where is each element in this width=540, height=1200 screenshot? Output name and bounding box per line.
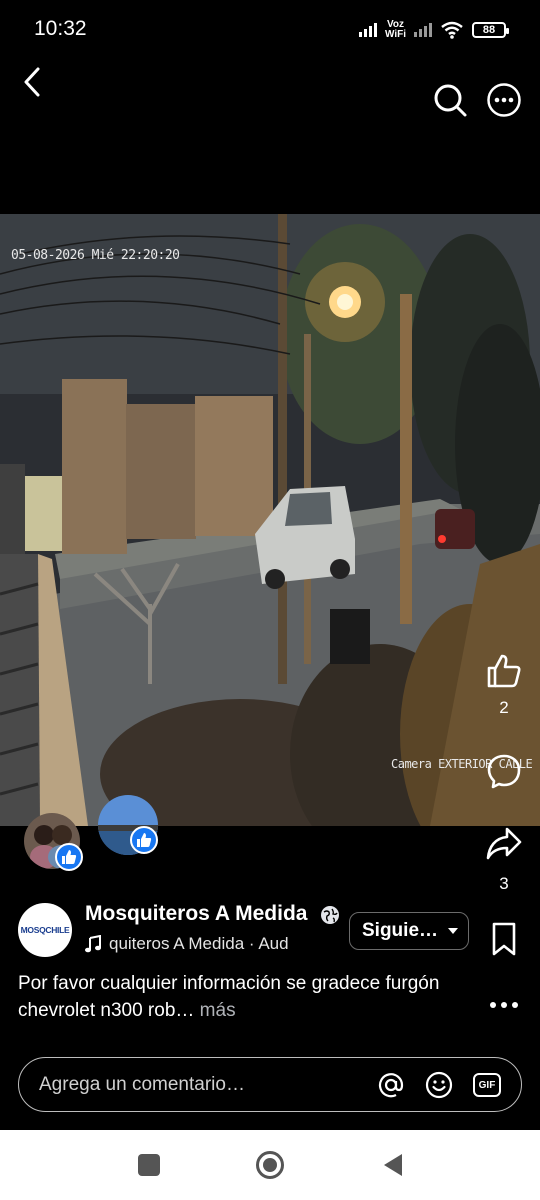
wifi-icon — [441, 21, 463, 39]
mention-button[interactable] — [376, 1070, 406, 1100]
like-reaction-badge — [55, 843, 83, 871]
author-name[interactable]: Mosquiteros A Medida — [85, 902, 307, 926]
cell-signal-2-icon — [414, 23, 432, 37]
system-nav-bar — [0, 1130, 540, 1200]
search-icon — [434, 84, 467, 117]
comment-bubble-icon — [487, 754, 521, 789]
like-button[interactable]: 2 — [482, 652, 526, 718]
back-button[interactable] — [12, 62, 52, 102]
recents-button[interactable] — [134, 1150, 164, 1180]
like-reaction-badge-2 — [130, 826, 158, 854]
gif-icon: GIF — [473, 1073, 501, 1097]
vowifi-bottom: WiFi — [384, 29, 406, 40]
video-frame — [0, 214, 540, 826]
audio-label: quiteros A Medida · Aud — [109, 934, 289, 953]
status-icons: Voz WiFi 88 — [358, 16, 509, 44]
battery-icon: 88 — [472, 22, 509, 38]
gif-label: GIF — [478, 1079, 496, 1091]
triangle-back-icon — [384, 1154, 402, 1176]
post-caption[interactable]: Por favor cualquier información se grade… — [18, 970, 468, 1024]
post-options-button[interactable] — [482, 995, 526, 1015]
bookmark-icon — [492, 922, 516, 956]
back-arrow-icon — [24, 67, 40, 97]
save-button[interactable] — [482, 920, 526, 958]
page-logo-text: MOSQCHILE — [20, 925, 70, 935]
page-avatar[interactable]: MOSQCHILE — [18, 903, 72, 957]
follow-label: Siguie… — [362, 920, 439, 941]
more-dots-icon — [490, 1002, 518, 1008]
back-nav-button[interactable] — [378, 1150, 408, 1180]
follow-button[interactable]: Siguie… — [349, 912, 469, 950]
home-button[interactable] — [255, 1150, 285, 1180]
home-circle-icon — [256, 1151, 284, 1179]
camera-timestamp: 05-08-2026 Mié 22:20:20 — [11, 248, 180, 263]
like-count: 2 — [499, 698, 509, 717]
thumbs-up-small-icon — [137, 833, 152, 847]
music-note-icon — [85, 935, 101, 953]
share-button[interactable]: 3 — [482, 824, 526, 894]
emoji-button[interactable] — [424, 1070, 454, 1100]
share-arrow-icon — [486, 827, 522, 860]
search-button[interactable] — [430, 80, 470, 120]
gif-button[interactable]: GIF — [472, 1070, 502, 1100]
at-sign-icon — [378, 1073, 404, 1098]
more-horizontal-icon — [487, 83, 521, 117]
thumbs-up-small-icon — [62, 850, 77, 864]
see-more-link[interactable]: más — [194, 1000, 236, 1021]
comment-placeholder: Agrega un comentario… — [39, 1074, 245, 1095]
more-options-button[interactable] — [484, 80, 524, 120]
status-bar: 10:32 Voz WiFi 88 — [0, 0, 540, 58]
comment-input[interactable]: Agrega un comentario… GIF — [18, 1057, 522, 1112]
video-player[interactable] — [0, 214, 540, 826]
square-icon — [138, 1154, 160, 1176]
share-count: 3 — [499, 874, 509, 893]
audio-track[interactable]: quiteros A Medida · Aud — [85, 934, 305, 954]
smiley-icon — [425, 1071, 453, 1099]
comment-button[interactable] — [482, 752, 526, 790]
clock: 10:32 — [34, 17, 87, 40]
battery-level: 88 — [482, 24, 496, 36]
vowifi-indicator: Voz WiFi — [385, 20, 406, 40]
cell-signal-icon — [358, 23, 377, 37]
globe-icon — [321, 906, 339, 924]
thumbs-up-icon — [487, 654, 521, 688]
chevron-down-icon — [448, 928, 458, 934]
